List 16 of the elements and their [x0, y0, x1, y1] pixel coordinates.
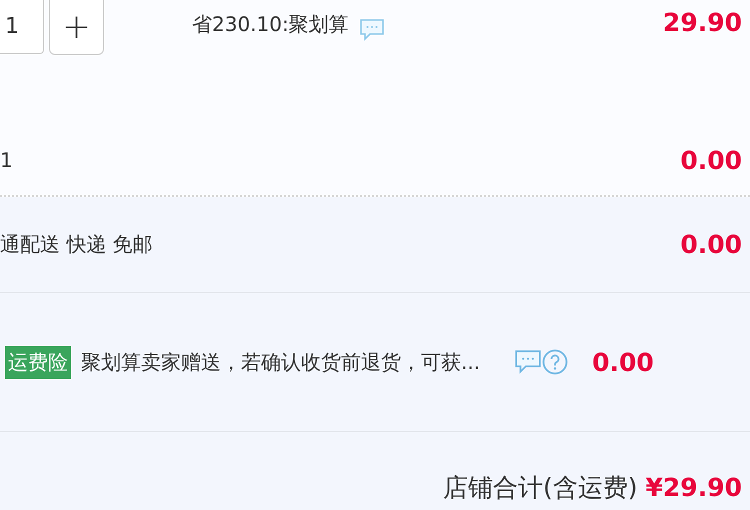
shipping-price: 0.00	[680, 230, 743, 259]
plus-button[interactable]: +	[49, 0, 104, 55]
total-label: 店铺合计(含运费)	[443, 472, 638, 504]
shipping-text: 通配送 快递 免邮	[0, 231, 153, 258]
insurance-price: 0.00	[592, 348, 655, 376]
chat-icon[interactable]	[358, 18, 385, 42]
quantity-value: 1	[0, 148, 13, 172]
chat-icon[interactable]	[514, 349, 542, 375]
total-amount: ¥29.90	[646, 472, 743, 502]
insurance-tag: 运费险	[5, 346, 71, 378]
quantity-price: 0.00	[680, 146, 743, 174]
insurance-text: 聚划算卖家赠送，若确认收货前退货，可获...	[81, 348, 480, 376]
help-icon[interactable]	[542, 349, 568, 375]
promo-text: 省230.10:聚划算	[192, 10, 349, 38]
item-price: 29.90	[662, 8, 743, 37]
quantity-field[interactable]: 1	[0, 0, 44, 54]
